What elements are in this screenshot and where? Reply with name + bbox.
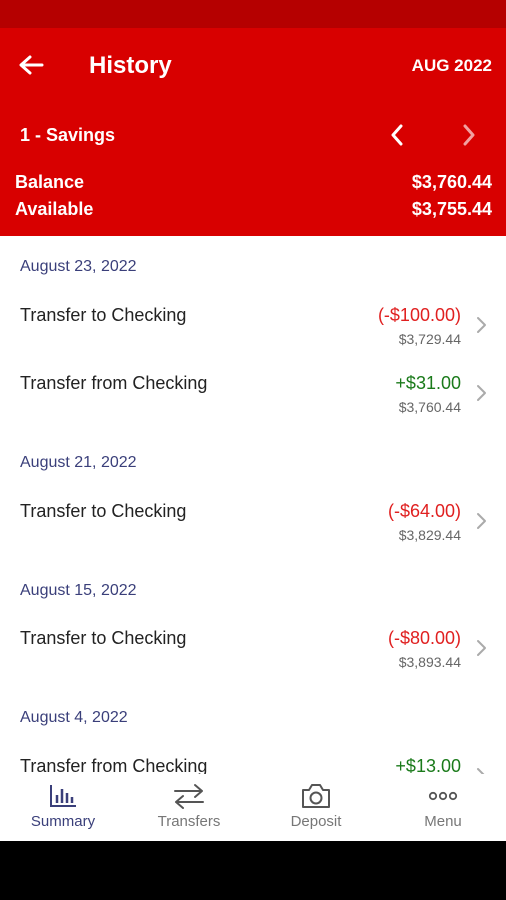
transaction-balance: $3,760.44: [398, 399, 461, 415]
next-account-button[interactable]: [456, 120, 482, 150]
transaction-amount: +$31.00: [395, 373, 461, 393]
available-value: $3,755.44: [411, 199, 492, 219]
chevron-right-icon: [477, 317, 486, 333]
chevron-right-icon: [477, 513, 486, 529]
transaction-row[interactable]: Transfer from Checking +$31.00 $3,760.44: [0, 373, 506, 433]
chevron-right-icon: [477, 385, 486, 401]
status-bar: [0, 0, 506, 28]
chevron-left-icon: [391, 124, 403, 146]
previous-account-button[interactable]: [384, 120, 410, 150]
month-selector[interactable]: AUG 2022: [412, 56, 492, 76]
transaction-balance: $3,829.44: [398, 527, 461, 543]
camera-icon: [302, 784, 330, 808]
transaction-amount: (-$80.00): [387, 628, 461, 648]
date-header: August 23, 2022: [20, 258, 137, 275]
date-header: August 21, 2022: [20, 454, 137, 471]
transaction-description: Transfer to Checking: [20, 305, 187, 325]
back-button[interactable]: [18, 50, 52, 80]
nav-deposit-label: Deposit: [290, 813, 342, 830]
page-title: History: [89, 52, 172, 79]
more-dots-icon: [428, 791, 458, 801]
transaction-row[interactable]: Transfer to Checking (-$64.00) $3,829.44: [0, 501, 506, 561]
arrow-left-icon: [19, 55, 44, 75]
nav-summary-label: Summary: [30, 813, 96, 830]
transaction-row[interactable]: Transfer to Checking (-$80.00) $3,893.44: [0, 628, 506, 688]
transaction-list: August 23, 2022 Transfer to Checking (-$…: [0, 236, 506, 774]
chevron-right-icon: [477, 768, 485, 774]
system-navigation-bar: [0, 841, 506, 900]
transaction-row[interactable]: Transfer from Checking +$13.00: [0, 756, 506, 774]
chevron-right-icon: [477, 640, 486, 656]
transaction-amount: (-$64.00): [387, 501, 461, 521]
bar-chart-icon: [50, 785, 76, 807]
date-header: August 4, 2022: [20, 709, 128, 726]
transaction-amount: (-$100.00): [377, 305, 461, 325]
transaction-balance: $3,729.44: [398, 331, 461, 347]
nav-transfers[interactable]: Transfers: [126, 774, 252, 841]
nav-deposit[interactable]: Deposit: [253, 774, 379, 841]
transaction-description: Transfer from Checking: [20, 373, 208, 393]
nav-summary[interactable]: Summary: [0, 774, 126, 841]
chevron-right-icon: [463, 124, 475, 146]
transaction-description: Transfer to Checking: [20, 501, 187, 521]
balance-label: Balance: [15, 172, 85, 192]
transaction-description: Transfer from Checking: [20, 756, 208, 774]
header: History AUG 2022 1 - Savings Balance $3,…: [0, 28, 506, 236]
nav-transfers-label: Transfers: [157, 813, 221, 830]
transaction-row[interactable]: Transfer to Checking (-$100.00) $3,729.4…: [0, 305, 506, 365]
transaction-description: Transfer to Checking: [20, 628, 187, 648]
transaction-amount: +$13.00: [395, 756, 461, 774]
bottom-navigation: Summary Transfers Deposit Menu: [0, 774, 506, 841]
available-label: Available: [15, 199, 94, 219]
nav-menu-label: Menu: [424, 813, 462, 830]
date-header: August 15, 2022: [20, 582, 137, 599]
nav-menu[interactable]: Menu: [380, 774, 506, 841]
account-name: 1 - Savings: [20, 125, 116, 145]
transaction-balance: $3,893.44: [398, 654, 461, 670]
transfer-arrows-icon: [174, 784, 204, 809]
balance-value: $3,760.44: [411, 172, 492, 192]
